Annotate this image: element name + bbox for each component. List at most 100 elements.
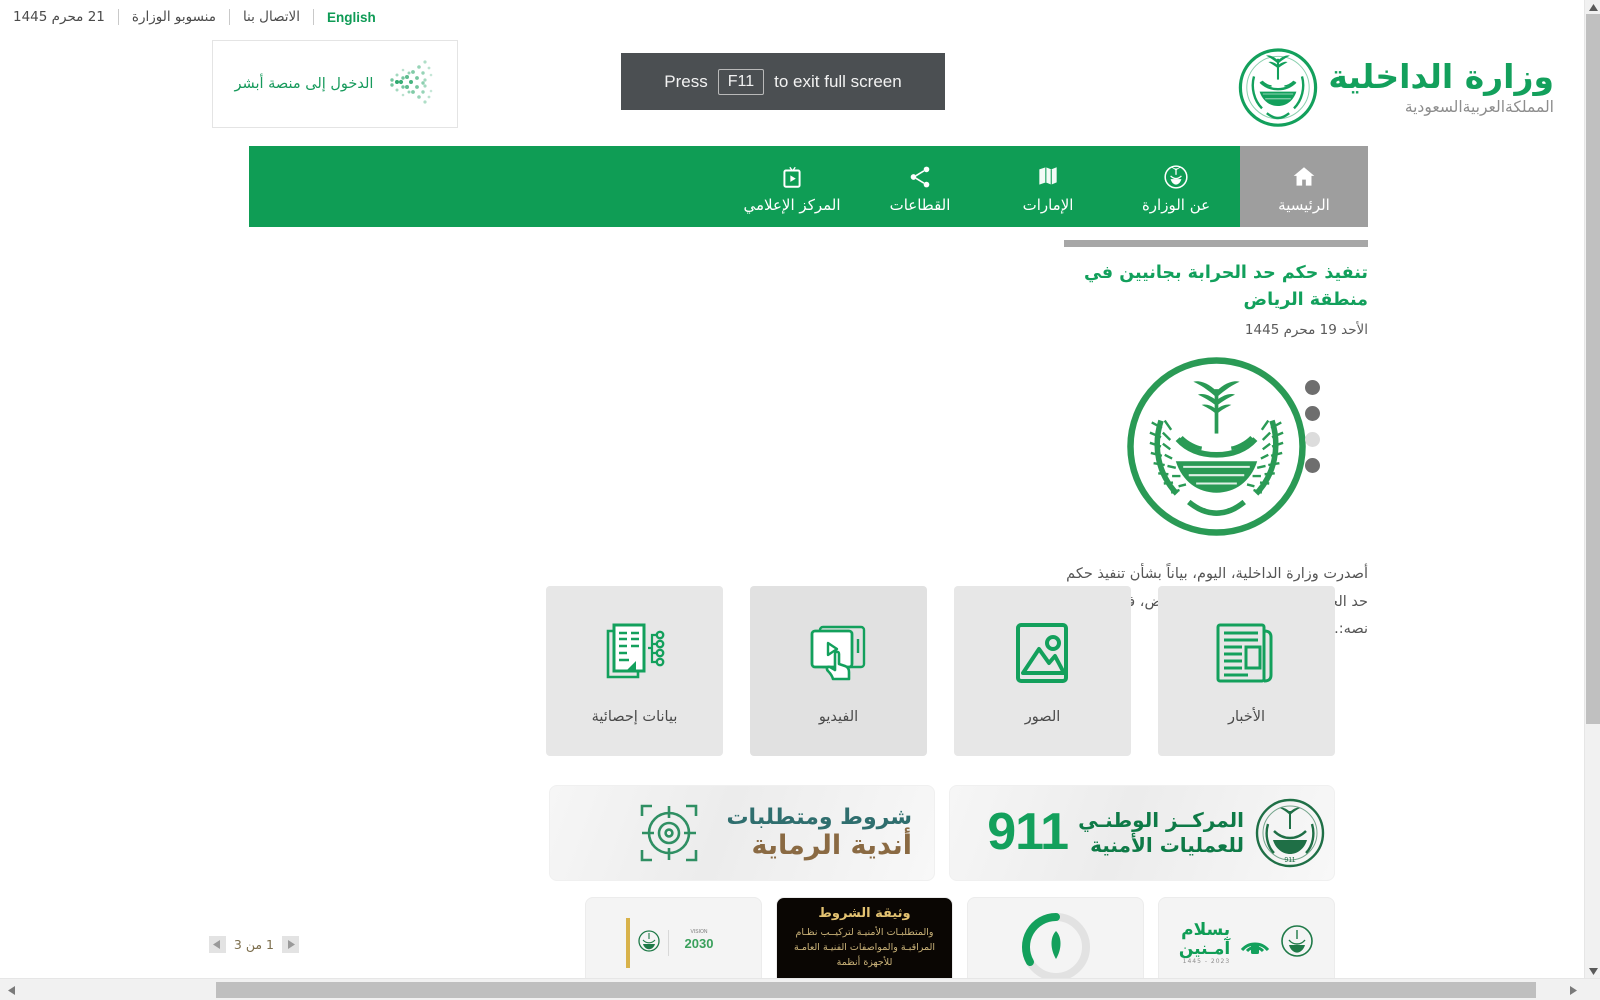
banner-shooting-content: شروط ومتطلبات أندية الرماية — [634, 798, 934, 868]
top-utility-bar: 21 محرم 1445 منسوبو الوزارة الاتصال بنا … — [0, 4, 1584, 30]
banner-911-text: المركــز الوطنـي للعمليات الأمنية — [1078, 808, 1244, 858]
vision-divider — [668, 930, 669, 956]
slider-dot-4[interactable] — [1305, 458, 1320, 473]
english-language-link[interactable]: English — [314, 10, 389, 25]
news-accent-bar — [1064, 240, 1368, 247]
scroll-right-arrow-icon[interactable] — [1564, 979, 1582, 1000]
absher-login-label: الدخول إلى منصة أبشر — [234, 76, 374, 92]
banner-shooting-line2: أندية الرماية — [751, 830, 912, 861]
card-statistics[interactable]: بيانات إحصائية — [546, 586, 723, 756]
pager-label: 1 من 3 — [233, 937, 274, 952]
banner-shooting-clubs[interactable]: شروط ومتطلبات أندية الرماية — [549, 785, 935, 881]
banner-shooting-text: شروط ومتطلبات أندية الرماية — [726, 805, 912, 861]
banner-911-national-security[interactable]: 911 المركــز الوطنـي للعمليات الأمنية 91… — [949, 785, 1335, 881]
horizontal-scrollbar[interactable] — [0, 978, 1600, 1000]
slider-dot-1[interactable] — [1305, 380, 1320, 395]
banner-salam-text: بسلام آمـنين 2023 - 1445 — [1178, 919, 1231, 966]
nav-item-media-center[interactable]: المركز الإعلامي — [728, 146, 856, 227]
scroll-down-arrow-icon[interactable] — [1585, 964, 1600, 978]
scroll-up-arrow-icon[interactable] — [1585, 0, 1600, 14]
topbar-divider — [117, 9, 119, 25]
wifi-signal-icon — [1238, 924, 1272, 962]
card-news[interactable]: الأخبار — [1158, 586, 1335, 756]
featured-news-panel: تنفيذ حكم حد الحرابة بجانيين في منطقة ال… — [1064, 240, 1368, 644]
nav-label-emirates: الإمارات — [1022, 195, 1074, 214]
contact-us-link[interactable]: الاتصال بنا — [230, 8, 313, 26]
banner-document-subtitle: والمتطلبـات الأمنيـة لتركيــب نظـام المر… — [793, 927, 936, 969]
toast-suffix-text: to exit full screen — [774, 71, 902, 91]
nav-item-emirates[interactable]: الإمارات — [984, 146, 1112, 227]
nav-label-sectors: القطاعات — [889, 195, 951, 214]
promo-banners-row-1: 911 المركــز الوطنـي للعمليات الأمنية 91… — [249, 785, 1335, 881]
banner-vision-content: VISION 2030 — [626, 918, 721, 968]
nav-label-media-center: المركز الإعلامي — [743, 195, 841, 214]
absher-login-button[interactable]: الدخول إلى منصة أبشر — [212, 40, 458, 128]
banner-security-requirements-document[interactable]: وثيقة الشروط والمتطلبـات الأمنيـة لتركيـ… — [776, 897, 953, 978]
toast-key-badge: F11 — [717, 68, 765, 95]
brand-text-block: وزارة الداخلية المملكةالعربيةالسعودية — [1328, 60, 1554, 116]
nav-label-about-ministry: عن الوزارة — [1141, 195, 1211, 214]
banner-salam-year: 2023 - 1445 — [1182, 958, 1231, 966]
svg-text:911: 911 — [1284, 857, 1295, 864]
news-emblem-wrapper — [1064, 354, 1368, 543]
pager-prev-button[interactable] — [208, 936, 226, 953]
horizontal-scrollbar-thumb[interactable] — [216, 982, 1536, 998]
slider-pager: 1 من 3 — [208, 936, 299, 953]
nav-item-about-ministry[interactable]: عن الوزارة — [1112, 146, 1240, 227]
fullscreen-exit-toast: Press F11 to exit full screen — [621, 53, 945, 110]
dotted-chevron-icon — [379, 54, 435, 114]
target-crosshair-icon — [634, 798, 704, 868]
page-canvas: 21 محرم 1445 منسوبو الوزارة الاتصال بنا … — [0, 0, 1584, 978]
image-icon — [1006, 617, 1080, 689]
map-icon — [1028, 160, 1068, 194]
banner-salam-line1: بسلام — [1181, 919, 1231, 940]
pager-next-button[interactable] — [282, 936, 299, 953]
banner-shooting-line1: شروط ومتطلبات — [726, 805, 912, 830]
banner-911-line2: للعمليات الأمنية — [1090, 833, 1244, 857]
promo-banners-row-2: بسلام آمـنين 2023 - 1445 وثيقة الشروط وا… — [249, 897, 1335, 978]
nav-item-home[interactable]: الرئيسية — [1240, 146, 1368, 227]
hijri-date: 21 محرم 1445 — [13, 9, 105, 25]
vertical-scrollbar-thumb[interactable] — [1586, 14, 1600, 724]
main-navigation: الرئيسية عن الوزارة الإمارات القطاعات ال… — [249, 146, 1368, 227]
banner-salam-line2: آمـنين — [1178, 938, 1231, 959]
banner-911-emblem-icon: 911 — [1254, 795, 1326, 871]
vision-2030-logo-icon: VISION 2030 — [677, 926, 721, 960]
scroll-left-arrow-icon[interactable] — [2, 979, 20, 1000]
home-icon — [1284, 160, 1324, 194]
nav-label-home: الرئيسية — [1278, 195, 1330, 214]
banner-911-number: 911 — [987, 803, 1069, 862]
quick-links-cards: الأخبار الصور الفيديو بيانات إحصائية — [249, 586, 1335, 756]
ministry-brand[interactable]: وزارة الداخلية المملكةالعربيةالسعودية — [1238, 38, 1554, 138]
card-label-video: الفيديو — [818, 709, 859, 725]
banner-911-content: 911 المركــز الوطنـي للعمليات الأمنية 91… — [987, 795, 1334, 871]
banner-salam-amineen[interactable]: بسلام آمـنين 2023 - 1445 — [1158, 897, 1335, 978]
slider-dot-3[interactable] — [1305, 432, 1320, 447]
ministry-small-emblem-icon — [638, 929, 660, 957]
banner-circular-green[interactable] — [967, 897, 1144, 978]
salam-emblem-icon — [1280, 923, 1314, 963]
svg-text:2030: 2030 — [685, 936, 714, 951]
news-title[interactable]: تنفيذ حكم حد الحرابة بجانيين في منطقة ال… — [1064, 260, 1368, 314]
video-touch-icon — [802, 617, 876, 689]
vision-word: VISION — [691, 929, 708, 935]
vision-gold-bar — [626, 918, 630, 968]
share-nodes-icon — [900, 160, 940, 194]
vertical-scrollbar[interactable] — [1584, 0, 1600, 978]
card-label-news: الأخبار — [1227, 709, 1266, 725]
card-images[interactable]: الصور — [954, 586, 1131, 756]
card-label-statistics: بيانات إحصائية — [591, 709, 678, 725]
slider-dot-2[interactable] — [1305, 406, 1320, 421]
browser-viewport: 21 محرم 1445 منسوبو الوزارة الاتصال بنا … — [0, 0, 1600, 1000]
emblem-icon — [1156, 160, 1196, 194]
banner-salam-content: بسلام آمـنين 2023 - 1445 — [1179, 921, 1314, 965]
slider-dots — [1305, 380, 1320, 473]
news-date: الأحد 19 محرم 1445 — [1244, 322, 1368, 339]
card-label-images: الصور — [1024, 709, 1061, 725]
nav-item-sectors[interactable]: القطاعات — [856, 146, 984, 227]
brand-title: وزارة الداخلية — [1328, 57, 1554, 97]
ministry-staff-link[interactable]: منسوبو الوزارة — [119, 8, 229, 26]
card-video[interactable]: الفيديو — [750, 586, 927, 756]
news-ministry-emblem-icon — [1124, 354, 1309, 543]
banner-vision-2030[interactable]: VISION 2030 — [585, 897, 762, 978]
